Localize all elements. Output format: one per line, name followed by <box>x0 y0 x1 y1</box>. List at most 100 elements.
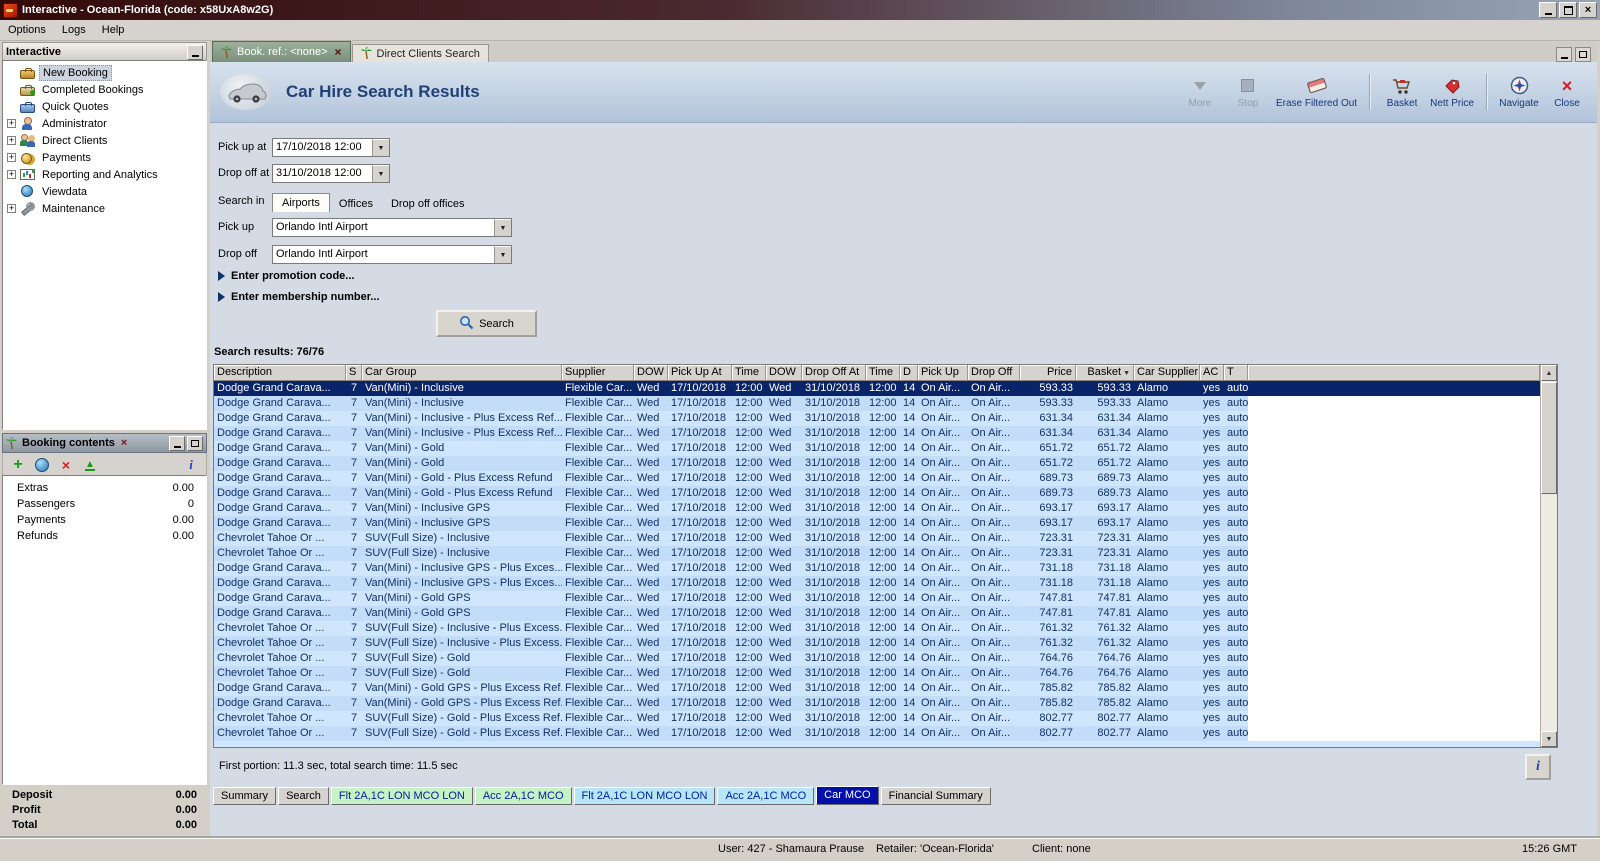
column-header-time[interactable]: Time <box>866 365 900 381</box>
tab-close-icon[interactable]: × <box>335 45 342 59</box>
column-header-pick-up[interactable]: Pick Up <box>918 365 968 381</box>
table-row[interactable]: Dodge Grand Carava... 7 Van(Mini) - Gold G… <box>214 606 1540 621</box>
scroll-thumb[interactable] <box>1541 382 1557 494</box>
table-row[interactable]: Dodge Grand Carava... 7 Van(Mini) - Gold G… <box>214 696 1540 711</box>
sidebar-item-reporting-and-analytics[interactable]: + Reporting and Analytics <box>3 166 206 183</box>
expand-plus-icon[interactable]: + <box>7 136 16 145</box>
toolbar-close[interactable]: × Close <box>1547 76 1587 109</box>
table-row[interactable]: Chevrolet Tahoe Or ... 7 SUV(Full Size) - … <box>214 636 1540 651</box>
column-header-supplier[interactable]: Supplier <box>562 365 634 381</box>
sidebar-item-viewdata[interactable]: Viewdata <box>3 183 206 200</box>
dropoff-at-combo[interactable]: 31/10/2018 12:00 ▼ <box>272 164 390 183</box>
panel-minimize-icon[interactable] <box>169 435 185 451</box>
tab-book-ref-none[interactable]: Book. ref.: <none> × <box>212 41 351 62</box>
scroll-down-icon[interactable]: ▼ <box>1541 731 1557 747</box>
table-row[interactable]: Dodge Grand Carava... 7 Van(Mini) - Inclus… <box>214 501 1540 516</box>
dropdown-arrow-icon[interactable]: ▼ <box>494 246 511 263</box>
bottom-tab-search[interactable]: Search <box>278 787 329 805</box>
table-row[interactable]: Dodge Grand Carava... 7 Van(Mini) - Inclus… <box>214 381 1540 396</box>
maximize-icon[interactable] <box>1559 2 1577 18</box>
sidebar-item-payments[interactable]: + Payments <box>3 149 206 166</box>
add-icon[interactable]: + <box>9 457 27 474</box>
search-in-tab-drop-off-offices[interactable]: Drop off offices <box>382 196 474 212</box>
table-row[interactable]: Dodge Grand Carava... 7 Van(Mini) - Inclus… <box>214 561 1540 576</box>
table-row[interactable]: Dodge Grand Carava... 7 Van(Mini) - Gold G… <box>214 681 1540 696</box>
table-row[interactable]: Chevrolet Tahoe Or ... 7 SUV(Full Size) - … <box>214 621 1540 636</box>
column-header-car-group[interactable]: Car Group <box>362 365 562 381</box>
collapse-panel-icon[interactable] <box>187 44 203 60</box>
column-header-car-supplier[interactable]: Car Supplier <box>1134 365 1200 381</box>
table-row[interactable]: Dodge Grand Carava... 7 Van(Mini) - Inclus… <box>214 426 1540 441</box>
dropoff-combo[interactable]: Orlando Intl Airport ▼ <box>272 245 512 264</box>
minimize-icon[interactable] <box>1539 2 1557 18</box>
dropdown-arrow-icon[interactable]: ▼ <box>372 165 389 182</box>
pickup-combo[interactable]: Orlando Intl Airport ▼ <box>272 218 512 237</box>
sidebar-item-quick-quotes[interactable]: Quick Quotes <box>3 98 206 115</box>
mdi-minimize-icon[interactable] <box>1556 47 1572 62</box>
info-icon[interactable]: i <box>182 457 200 474</box>
dropdown-arrow-icon[interactable]: ▼ <box>494 219 511 236</box>
close-window-icon[interactable]: × <box>1579 2 1597 18</box>
table-row[interactable]: Dodge Grand Carava... 7 Van(Mini) - Gold -… <box>214 471 1540 486</box>
column-header-t[interactable]: T <box>1224 365 1248 381</box>
sidebar-item-new-booking[interactable]: New Booking <box>3 64 206 81</box>
toolbar-basket[interactable]: Basket <box>1382 76 1422 109</box>
column-header-drop-off[interactable]: Drop Off <box>968 365 1020 381</box>
column-header-pick-up-at[interactable]: Pick Up At <box>668 365 732 381</box>
column-header-time[interactable]: Time <box>732 365 766 381</box>
expand-plus-icon[interactable]: + <box>7 204 16 213</box>
promotion-code-expander[interactable]: Enter promotion code... <box>218 270 354 282</box>
column-header-d[interactable]: D <box>900 365 918 381</box>
expand-plus-icon[interactable]: + <box>7 153 16 162</box>
scroll-up-icon[interactable]: ▲ <box>1541 365 1557 381</box>
menu-item-logs[interactable]: Logs <box>54 22 94 38</box>
table-row[interactable]: Dodge Grand Carava... 7 Van(Mini) - Gold -… <box>214 486 1540 501</box>
table-row[interactable]: Dodge Grand Carava... 7 Van(Mini) - Gold Fl… <box>214 441 1540 456</box>
move-up-icon[interactable]: ▲ <box>81 457 99 474</box>
bottom-tab-flt-2a-1c-lon-mco-lon[interactable]: Flt 2A,1C LON MCO LON <box>573 787 716 805</box>
expand-plus-icon[interactable]: + <box>7 119 16 128</box>
sidebar-item-direct-clients[interactable]: + Direct Clients <box>3 132 206 149</box>
column-header-basket[interactable]: Basket ▼ <box>1076 365 1134 381</box>
toolbar-erase-filtered-out[interactable]: Erase Filtered Out <box>1276 76 1357 109</box>
menu-item-options[interactable]: Options <box>0 22 54 38</box>
expand-plus-icon[interactable]: + <box>7 170 16 179</box>
dropdown-arrow-icon[interactable]: ▼ <box>372 139 389 156</box>
mdi-restore-icon[interactable] <box>1575 47 1591 62</box>
column-header-description[interactable]: Description <box>214 365 346 381</box>
membership-number-expander[interactable]: Enter membership number... <box>218 291 380 303</box>
column-header-drop-off-at[interactable]: Drop Off At <box>802 365 866 381</box>
column-header-price[interactable]: Price <box>1020 365 1076 381</box>
bottom-tab-acc-2a-1c-mco[interactable]: Acc 2A,1C MCO <box>717 787 815 805</box>
search-in-tab-offices[interactable]: Offices <box>330 196 382 212</box>
search-button[interactable]: Search <box>436 310 537 337</box>
info-button[interactable]: i <box>1525 754 1551 780</box>
sidebar-item-maintenance[interactable]: + Maintenance <box>3 200 206 217</box>
toolbar-navigate[interactable]: Navigate <box>1499 76 1539 109</box>
panel-restore-icon[interactable] <box>187 435 203 451</box>
column-header-dow[interactable]: DOW <box>634 365 668 381</box>
sidebar-item-administrator[interactable]: + Administrator <box>3 115 206 132</box>
menu-item-help[interactable]: Help <box>94 22 133 38</box>
bottom-tab-acc-2a-1c-mco[interactable]: Acc 2A,1C MCO <box>474 787 572 805</box>
table-row[interactable]: Dodge Grand Carava... 7 Van(Mini) - Gold Fl… <box>214 456 1540 471</box>
table-row[interactable]: Chevrolet Tahoe Or ... 7 SUV(Full Size) - … <box>214 531 1540 546</box>
remove-icon[interactable]: × <box>57 457 75 474</box>
table-row[interactable]: Dodge Grand Carava... 7 Van(Mini) - Inclus… <box>214 576 1540 591</box>
globe-icon[interactable] <box>33 457 51 474</box>
table-row[interactable]: Dodge Grand Carava... 7 Van(Mini) - Inclus… <box>214 396 1540 411</box>
bottom-tab-summary[interactable]: Summary <box>213 787 277 805</box>
table-row[interactable]: Chevrolet Tahoe Or ... 7 SUV(Full Size) - … <box>214 666 1540 681</box>
toolbar-nett-price[interactable]: Nett Price <box>1430 76 1474 109</box>
table-row[interactable]: Dodge Grand Carava... 7 Van(Mini) - Inclus… <box>214 516 1540 531</box>
column-header-dow[interactable]: DOW <box>766 365 802 381</box>
sidebar-item-completed-bookings[interactable]: Completed Bookings <box>3 81 206 98</box>
table-row[interactable]: Dodge Grand Carava... 7 Van(Mini) - Gold G… <box>214 591 1540 606</box>
bottom-tab-flt-2a-1c-lon-mco-lon[interactable]: Flt 2A,1C LON MCO LON <box>330 787 473 805</box>
close-panel-icon[interactable]: × <box>121 437 127 449</box>
column-header-s[interactable]: S <box>346 365 362 381</box>
tab-direct-clients-search[interactable]: Direct Clients Search <box>351 44 489 62</box>
search-in-tab-airports[interactable]: Airports <box>272 193 330 212</box>
bottom-tab-financial-summary[interactable]: Financial Summary <box>880 787 991 805</box>
table-row[interactable]: Chevrolet Tahoe Or ... 7 SUV(Full Size) - … <box>214 546 1540 561</box>
